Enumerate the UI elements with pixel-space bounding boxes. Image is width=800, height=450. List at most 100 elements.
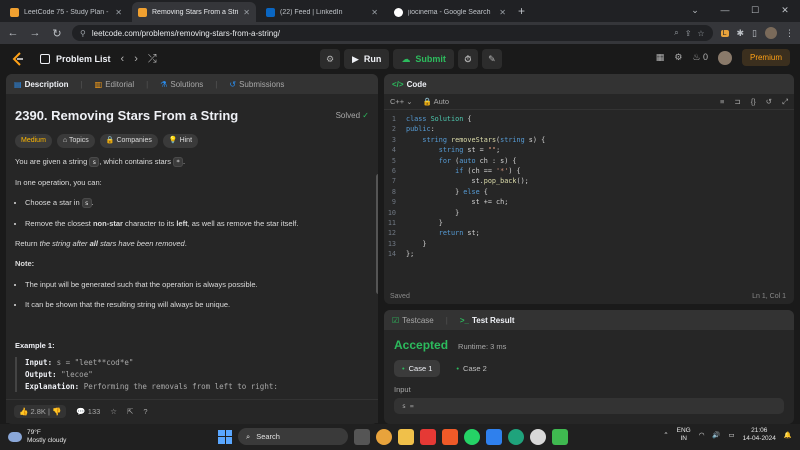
task-view-icon[interactable] (354, 428, 370, 445)
bookmark-icon[interactable]: ⊐ (734, 97, 740, 106)
code-line: 4 string st = ""; (391, 146, 501, 155)
user-avatar[interactable] (717, 50, 732, 65)
app-icon[interactable] (552, 428, 568, 445)
tab-editorial[interactable]: ▥ Editorial (95, 80, 134, 89)
minimize-button[interactable]: — (710, 0, 740, 20)
google-favicon-icon (394, 7, 403, 17)
case-2-button[interactable]: • Case 2 (448, 360, 494, 377)
bookmark-star-icon[interactable]: ☆ (697, 29, 704, 38)
site-info-icon[interactable]: ⚲ (80, 29, 86, 38)
format-icon[interactable]: ≡ (720, 97, 724, 106)
checkbox-icon: ☑ (392, 315, 400, 325)
chevron-down-icon[interactable]: ⌄ (680, 0, 710, 20)
leetcode-logo-icon[interactable] (10, 51, 26, 67)
close-icon[interactable]: ✕ (243, 8, 250, 17)
weather-widget[interactable]: 79°F Mostly cloudy (8, 429, 128, 445)
zoom-icon[interactable]: ⌕ (674, 28, 678, 38)
mode-label: Auto (433, 97, 450, 106)
lang-primary: ENG (676, 427, 691, 434)
windows-start-icon[interactable] (218, 429, 232, 444)
language-select[interactable]: C++ ⌄ (390, 97, 413, 106)
new-tab-button[interactable]: + (518, 4, 525, 18)
weather-condition: Mostly cloudy (27, 437, 67, 444)
forward-button[interactable]: → (28, 27, 42, 39)
premium-button[interactable]: Premium (741, 49, 790, 66)
share-icon[interactable]: ⇪ (685, 29, 692, 38)
case-1-button[interactable]: • Case 1 (394, 360, 441, 377)
chrome-icon[interactable] (376, 428, 392, 445)
file-explorer-icon[interactable] (398, 428, 414, 445)
companies-tag[interactable]: 🔒 Companies (99, 133, 158, 148)
code-panel-header: </> Code (384, 74, 794, 94)
timer-button[interactable]: ⏱ (457, 49, 478, 69)
submit-button[interactable]: ☁ Submit (393, 49, 454, 69)
run-button[interactable]: ▶ Run (344, 49, 390, 69)
close-icon[interactable]: ✕ (115, 8, 122, 17)
topics-tag[interactable]: ⌂ Topics (56, 133, 95, 148)
streak-counter[interactable]: ♨ 0 (692, 52, 708, 63)
tab-description[interactable]: ▤ Description (14, 80, 69, 89)
settings-gear-icon[interactable]: ⚙ (674, 52, 682, 63)
favorite-star-icon[interactable]: ☆ (110, 407, 117, 416)
code-line: 9 st += ch; (391, 198, 509, 207)
menu-kebab-icon[interactable]: ⋮ (785, 28, 794, 39)
taskbar-search[interactable]: ⌕ Search (238, 428, 348, 445)
extension-icon[interactable]: L (720, 29, 729, 37)
tab-test-result[interactable]: >_ Test Result (460, 316, 515, 325)
edge-icon[interactable] (508, 428, 524, 445)
share-icon[interactable]: ⇱ (127, 407, 133, 416)
next-problem-icon[interactable]: › (134, 53, 138, 65)
description-scrollbar[interactable] (376, 174, 378, 294)
run-submit-group: ⚙ ▶ Run ☁ Submit ⏱ ✎ (320, 49, 502, 69)
tab-title: LeetCode 75 - Study Plan - Leet (24, 8, 110, 16)
layout-grid-icon[interactable]: ▦ (656, 52, 665, 63)
like-button[interactable]: 👍 2.8K | 👎 (14, 405, 67, 418)
profile-avatar[interactable] (765, 27, 777, 39)
reload-button[interactable]: ↻ (50, 27, 64, 40)
hint-tag[interactable]: 💡 Hint (162, 133, 199, 148)
browser-tab-linkedin[interactable]: (22) Feed | LinkedIn ✕ (260, 2, 384, 22)
tab-testcase[interactable]: ☑ Testcase (392, 316, 434, 325)
comments-button[interactable]: 💬 133 (76, 407, 100, 416)
sidebar-icon[interactable]: ▯ (752, 28, 757, 39)
close-icon[interactable]: ✕ (499, 8, 506, 17)
bold-text: left (176, 218, 188, 228)
battery-icon[interactable]: ▭ (729, 431, 735, 439)
tab-solutions[interactable]: ⚗ Solutions (160, 80, 203, 89)
submit-label: Submit (415, 54, 446, 64)
code-tab[interactable]: </> Code (392, 80, 427, 89)
close-window-button[interactable]: ✕ (770, 0, 800, 20)
help-icon[interactable]: ? (143, 407, 147, 416)
tab-submissions[interactable]: ↺ Submissions (229, 80, 284, 89)
browser-tab-bar: LeetCode 75 - Study Plan - Leet ✕ Removi… (0, 0, 800, 22)
chevron-up-icon[interactable]: ⌃ (663, 431, 668, 439)
clock[interactable]: 21:06 14-04-2024 (743, 427, 776, 443)
wifi-icon[interactable]: ◠ (699, 431, 705, 439)
auto-mode[interactable]: 🔒 Auto (423, 97, 449, 106)
brave-icon[interactable] (442, 428, 458, 445)
shuffle-icon[interactable]: ⤮ (148, 53, 157, 66)
debug-button[interactable]: ⚙ (320, 49, 340, 69)
maximize-button[interactable]: ☐ (740, 0, 770, 20)
notes-button[interactable]: ✎ (481, 49, 502, 69)
browser-tab-removing-stars[interactable]: Removing Stars From a String ✕ (132, 2, 256, 22)
notification-bell-icon[interactable]: 🔔 (784, 431, 792, 439)
prev-problem-icon[interactable]: ‹ (121, 53, 125, 65)
problem-list-button[interactable]: Problem List (40, 54, 111, 64)
fullscreen-icon[interactable]: ⤢ (782, 97, 788, 107)
whatsapp-icon[interactable] (464, 428, 480, 445)
volume-icon[interactable]: 🔊 (712, 431, 720, 439)
chrome-alt-icon[interactable] (530, 428, 546, 445)
reset-icon[interactable]: ↺ (766, 97, 772, 106)
back-button[interactable]: ← (6, 27, 20, 39)
browser-tab-leetcode75[interactable]: LeetCode 75 - Study Plan - Leet ✕ (4, 2, 128, 22)
vscode-icon[interactable] (486, 428, 502, 445)
close-icon[interactable]: ✕ (371, 8, 378, 17)
browser-tab-google[interactable]: jiocinema - Google Search ✕ (388, 2, 512, 22)
language-indicator[interactable]: ENG IN (677, 427, 691, 443)
url-input[interactable]: ⚲ leetcode.com/problems/removing-stars-f… (72, 25, 713, 41)
youtube-icon[interactable] (420, 428, 436, 445)
braces-icon[interactable]: {} (751, 97, 756, 106)
code-editor[interactable]: 1 class Solution { 2 public: 3 string remo… (384, 110, 794, 264)
puzzle-icon[interactable]: ✱ (737, 28, 745, 39)
